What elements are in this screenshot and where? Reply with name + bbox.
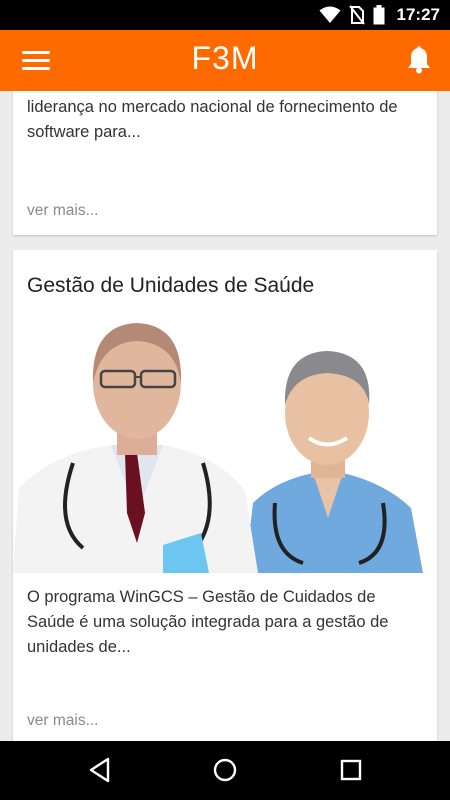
- wifi-icon: [319, 6, 341, 23]
- app-bar: F3M: [0, 30, 450, 91]
- battery-icon: [373, 5, 385, 25]
- status-icons: 17:27: [319, 0, 440, 30]
- card-image: [13, 313, 437, 573]
- bell-icon[interactable]: [406, 46, 432, 74]
- system-nav-bar: [0, 741, 450, 800]
- back-icon[interactable]: [88, 757, 112, 783]
- home-icon[interactable]: [213, 757, 237, 783]
- news-card[interactable]: Gestão de Unidades de Saúde O programa W…: [13, 250, 437, 741]
- doctors-photo: [13, 313, 437, 573]
- status-bar: 17:27: [0, 0, 450, 30]
- read-more-link[interactable]: ver mais...: [27, 712, 98, 730]
- feed-list: liderança no mercado nacional de forneci…: [0, 91, 450, 741]
- clock: 17:27: [396, 5, 440, 24]
- news-card[interactable]: liderança no mercado nacional de forneci…: [13, 91, 437, 235]
- recents-icon[interactable]: [339, 757, 363, 783]
- read-more-link[interactable]: ver mais...: [27, 202, 98, 220]
- card-title: Gestão de Unidades de Saúde: [27, 274, 315, 297]
- card-excerpt: liderança no mercado nacional de forneci…: [27, 98, 398, 141]
- card-excerpt: O programa WinGCS – Gestão de Cuidados d…: [27, 588, 389, 656]
- no-sim-icon: [348, 5, 365, 25]
- app-title: F3M: [191, 40, 259, 76]
